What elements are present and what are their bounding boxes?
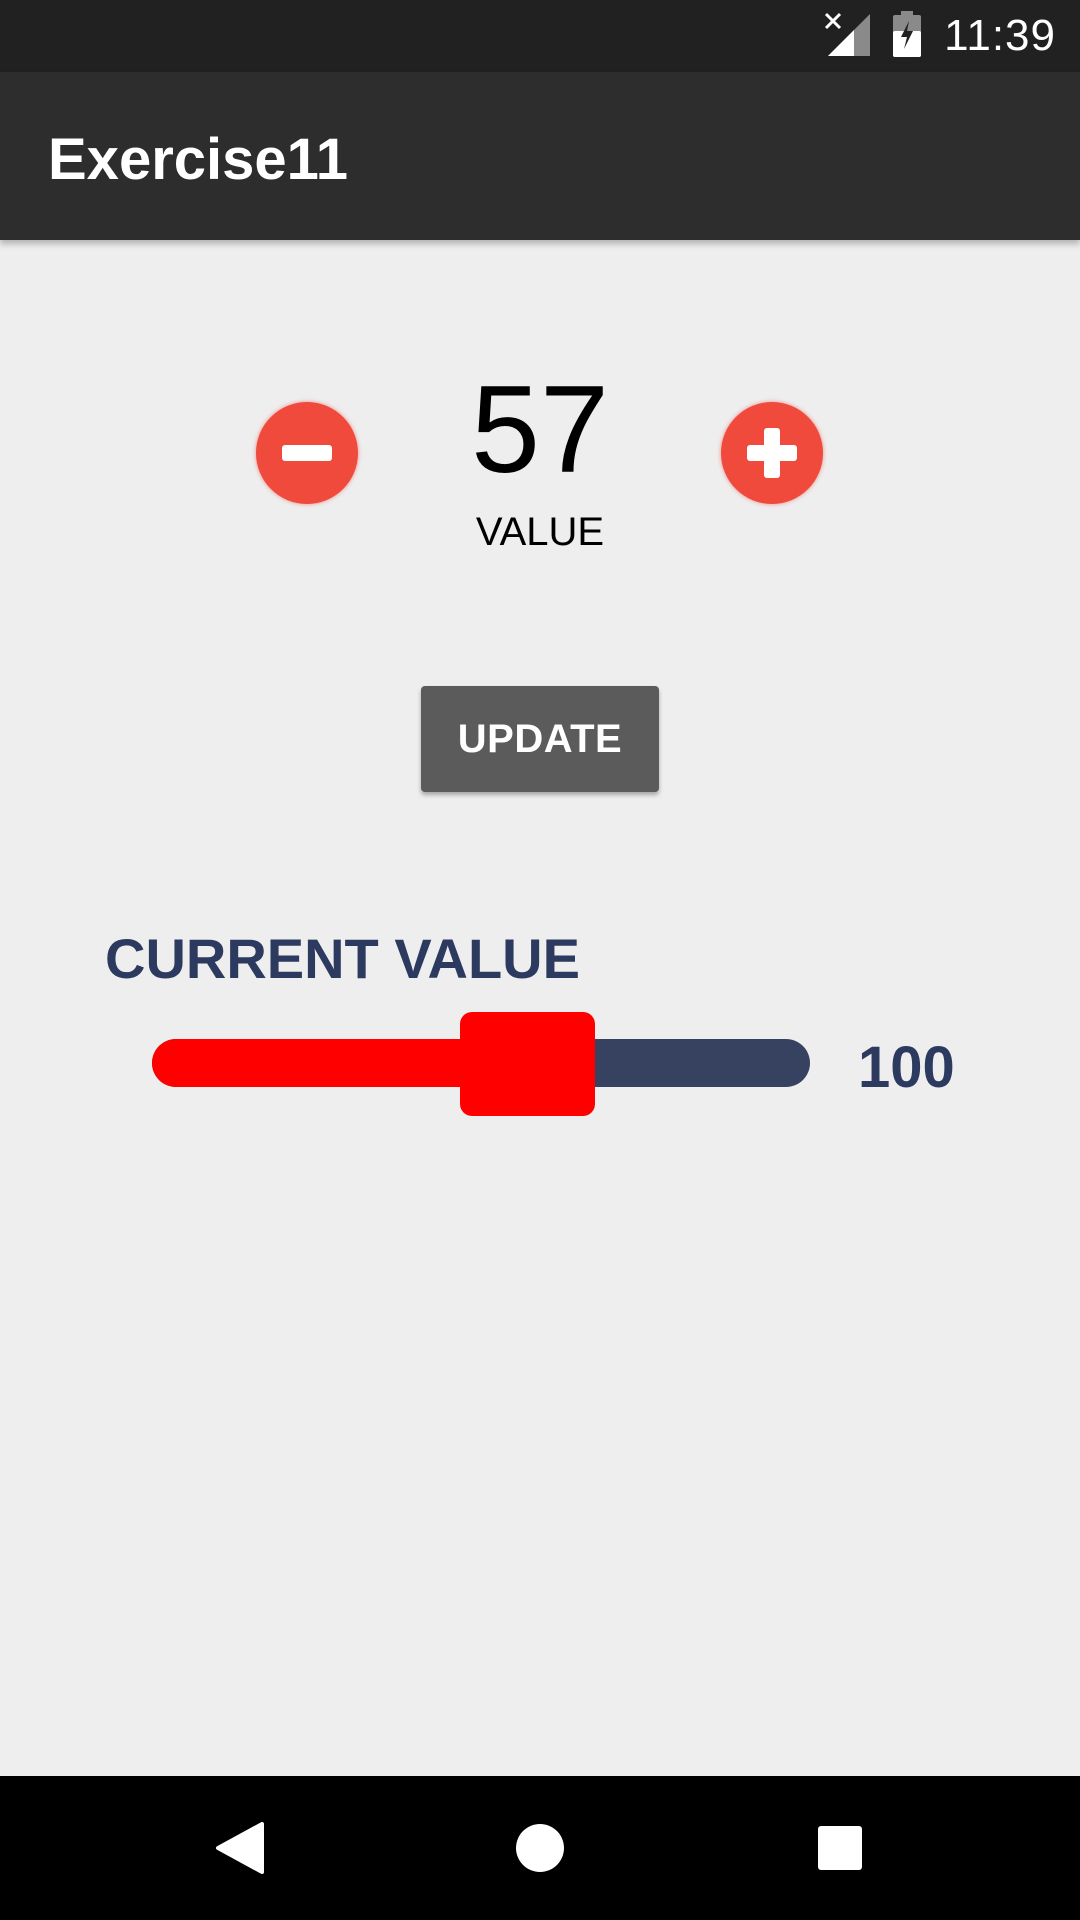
home-button[interactable] [504, 1812, 576, 1884]
navigation-bar [0, 1776, 1080, 1920]
battery-charging-icon [892, 10, 922, 62]
recents-icon [804, 1826, 876, 1888]
app-title: Exercise11 [48, 127, 348, 192]
counter-value: 57 [471, 361, 609, 499]
signal-off-icon [824, 12, 871, 61]
back-button[interactable] [204, 1812, 276, 1884]
increment-button[interactable] [721, 402, 823, 504]
status-icons: 11:39 [824, 0, 1056, 72]
recents-button[interactable] [804, 1812, 876, 1884]
status-time: 11:39 [944, 11, 1056, 60]
counter-label: VALUE [475, 510, 605, 554]
decrement-button[interactable] [256, 402, 358, 504]
status-bar: 11:39 [0, 0, 1080, 72]
screen: 11:39 Exercise11 57 VALUE UPDATE CURRENT… [0, 0, 1080, 1920]
current-value-title: CURRENT VALUE [105, 927, 580, 990]
value-slider-thumb[interactable] [459, 1012, 595, 1116]
back-icon [204, 1822, 276, 1888]
app-bar: Exercise11 [0, 72, 1080, 240]
home-icon [504, 1824, 576, 1888]
slider-max-label: 100 [858, 1035, 955, 1100]
update-button[interactable]: UPDATE [421, 686, 659, 792]
